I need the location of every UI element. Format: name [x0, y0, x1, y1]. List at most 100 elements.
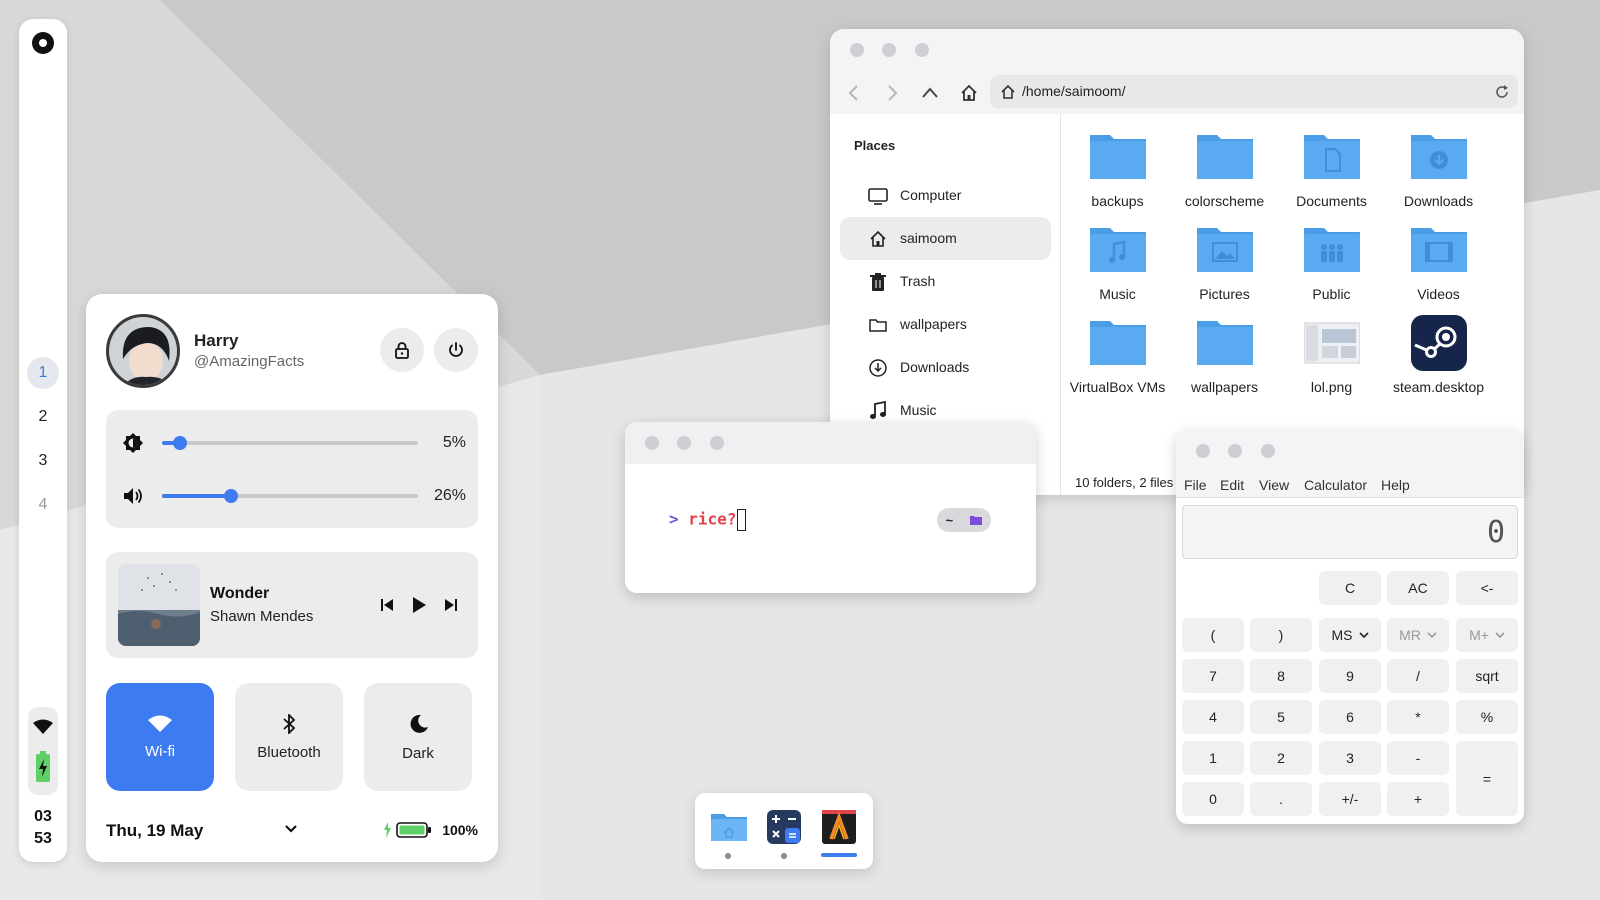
next-button[interactable] — [440, 594, 462, 616]
menu-edit[interactable]: Edit — [1220, 477, 1244, 493]
volume-slider[interactable] — [162, 489, 418, 503]
workspace-1[interactable]: 1 — [27, 357, 59, 389]
volume-knob[interactable] — [224, 489, 239, 503]
key-2[interactable]: 2 — [1250, 741, 1312, 775]
up-arrow-icon[interactable] — [920, 83, 940, 103]
window-minimize-button[interactable] — [1228, 444, 1242, 458]
power-icon — [449, 342, 463, 357]
key-5[interactable]: 5 — [1250, 700, 1312, 734]
menu-calculator[interactable]: Calculator — [1304, 477, 1367, 493]
dark-mode-toggle[interactable]: Dark — [364, 683, 472, 791]
window-maximize-button[interactable] — [1261, 444, 1275, 458]
window-close-button[interactable] — [645, 436, 659, 450]
file-item[interactable]: VirtualBox VMs — [1064, 305, 1171, 395]
image-thumbnail-icon — [1304, 322, 1360, 364]
key-negate[interactable]: +/- — [1319, 782, 1381, 816]
calculator-display[interactable]: 0 — [1182, 505, 1518, 559]
key-lparen[interactable]: ( — [1182, 618, 1244, 652]
menu-view[interactable]: View — [1259, 477, 1289, 493]
window-minimize-button[interactable] — [882, 43, 896, 57]
key-sqrt[interactable]: sqrt — [1456, 659, 1518, 693]
play-button[interactable] — [408, 594, 430, 616]
wifi-toggle[interactable]: Wi-fi — [106, 683, 214, 791]
key-multiply[interactable]: * — [1387, 700, 1449, 734]
window-maximize-button[interactable] — [710, 436, 724, 450]
key-1[interactable]: 1 — [1182, 741, 1244, 775]
battery-percentage: 100% — [442, 822, 478, 838]
music-note-icon — [870, 401, 886, 419]
window-maximize-button[interactable] — [915, 43, 929, 57]
terminal-command: rice? — [688, 509, 737, 529]
back-arrow-icon[interactable] — [844, 83, 864, 103]
key-equals[interactable]: = — [1456, 741, 1518, 816]
key-8[interactable]: 8 — [1250, 659, 1312, 693]
window-close-button[interactable] — [1196, 444, 1210, 458]
key-minus[interactable]: - — [1387, 741, 1449, 775]
file-item[interactable]: colorscheme — [1171, 119, 1278, 209]
lock-icon — [395, 342, 409, 359]
bluetooth-toggle[interactable]: Bluetooth — [235, 683, 343, 791]
place-saimoom[interactable]: saimoom — [840, 217, 1051, 260]
menu-file[interactable]: File — [1184, 477, 1207, 493]
power-button[interactable] — [434, 328, 478, 372]
brightness-knob[interactable] — [172, 436, 187, 450]
file-item[interactable]: steam.desktop — [1385, 305, 1492, 395]
chevron-down-icon[interactable] — [284, 824, 298, 834]
key-0[interactable]: 0 — [1182, 782, 1244, 816]
key-9[interactable]: 9 — [1319, 659, 1381, 693]
key-3[interactable]: 3 — [1319, 741, 1381, 775]
file-item[interactable]: wallpapers — [1171, 305, 1278, 395]
right-prompt: ~ — [937, 508, 991, 532]
calculator-icon[interactable] — [766, 809, 802, 845]
place-trash[interactable]: Trash — [840, 260, 1051, 303]
system-tray[interactable] — [28, 707, 58, 795]
file-item[interactable]: Public — [1278, 212, 1385, 302]
terminal-window[interactable]: > rice? ~ — [625, 422, 1036, 593]
location-bar[interactable]: /home/saimoom/ — [990, 75, 1518, 108]
file-item[interactable]: backups — [1064, 119, 1171, 209]
active-app-indicator — [821, 853, 857, 857]
key-decimal[interactable]: . — [1250, 782, 1312, 816]
media-player: Wonder Shawn Mendes — [106, 552, 478, 658]
window-minimize-button[interactable] — [677, 436, 691, 450]
place-downloads[interactable]: Downloads — [840, 346, 1051, 389]
menu-help[interactable]: Help — [1381, 477, 1410, 493]
file-item[interactable]: Documents — [1278, 119, 1385, 209]
next-icon — [445, 599, 457, 611]
brightness-slider[interactable] — [162, 436, 418, 450]
key-all-clear[interactable]: AC — [1387, 571, 1449, 605]
launcher-logo-icon[interactable] — [31, 31, 55, 55]
key-backspace[interactable]: <- — [1456, 571, 1518, 605]
forward-arrow-icon[interactable] — [882, 83, 902, 103]
file-item[interactable]: Videos — [1385, 212, 1492, 302]
file-item[interactable]: Pictures — [1171, 212, 1278, 302]
key-4[interactable]: 4 — [1182, 700, 1244, 734]
key-memory-store[interactable]: MS — [1319, 618, 1381, 652]
volume-value: 26% — [433, 487, 466, 504]
key-plus[interactable]: + — [1387, 782, 1449, 816]
lock-button[interactable] — [380, 328, 424, 372]
place-computer[interactable]: Computer — [840, 174, 1051, 217]
refresh-icon[interactable] — [1494, 84, 1510, 100]
place-wallpapers[interactable]: wallpapers — [840, 303, 1051, 346]
key-rparen[interactable]: ) — [1250, 618, 1312, 652]
file-item[interactable]: Downloads — [1385, 119, 1492, 209]
key-7[interactable]: 7 — [1182, 659, 1244, 693]
key-percent[interactable]: % — [1456, 700, 1518, 734]
file-item[interactable]: Music — [1064, 212, 1171, 302]
key-memory-recall[interactable]: MR — [1387, 618, 1449, 652]
workspace-4[interactable]: 4 — [27, 489, 59, 521]
terminal-icon[interactable] — [821, 809, 857, 845]
key-memory-add[interactable]: M+ — [1456, 618, 1518, 652]
workspace-3[interactable]: 3 — [27, 445, 59, 477]
workspace-2[interactable]: 2 — [27, 401, 59, 433]
file-item[interactable]: lol.png — [1278, 305, 1385, 395]
home-icon — [870, 230, 886, 247]
window-close-button[interactable] — [850, 43, 864, 57]
key-divide[interactable]: / — [1387, 659, 1449, 693]
home-icon[interactable] — [959, 83, 979, 103]
files-icon[interactable] — [711, 809, 747, 845]
key-clear[interactable]: C — [1319, 571, 1381, 605]
previous-button[interactable] — [376, 594, 398, 616]
key-6[interactable]: 6 — [1319, 700, 1381, 734]
